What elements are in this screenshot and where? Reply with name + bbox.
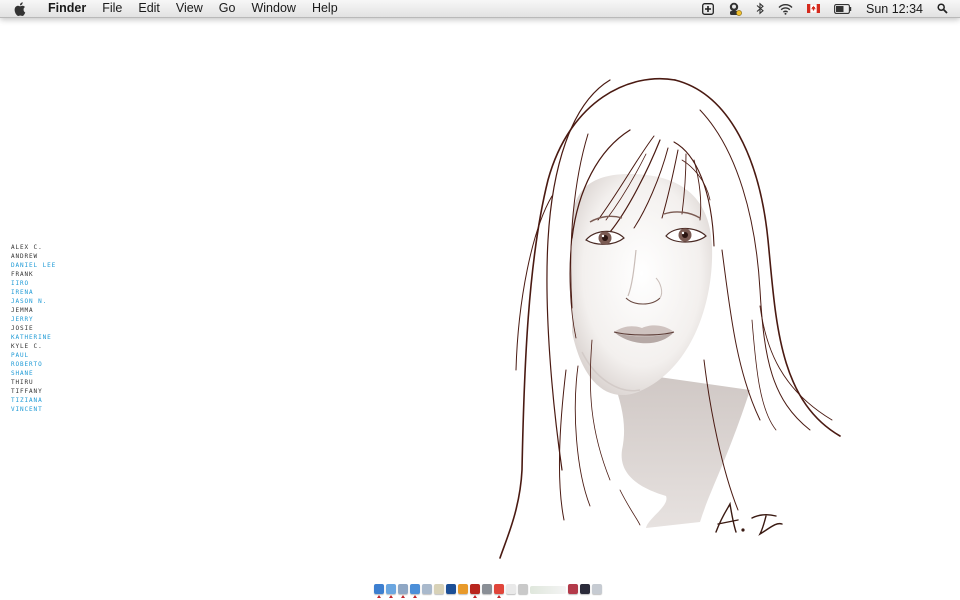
artist-signature-icon <box>715 501 783 536</box>
running-indicator-icon <box>389 595 393 598</box>
spotlight-search-icon[interactable] <box>937 0 948 17</box>
name-list-item: Jerry <box>11 316 34 323</box>
dock-notes-icon[interactable] <box>434 584 444 594</box>
name-list-item: Jemma <box>11 307 34 314</box>
dock-documents-icon[interactable] <box>580 584 590 594</box>
dock-photos-icon[interactable] <box>568 584 578 594</box>
name-list-item: Shane <box>11 370 34 377</box>
name-list-item: Alex C. <box>11 244 43 251</box>
dock-photoshop-icon[interactable] <box>446 584 456 594</box>
dock-illustrator-icon[interactable] <box>458 584 468 594</box>
menu-help[interactable]: Help <box>304 0 346 17</box>
name-list-item: Tiffany <box>11 388 43 395</box>
name-list-item: Tiziana <box>11 397 43 404</box>
status-area: Sun 12:34 <box>702 0 948 17</box>
running-indicator-icon <box>473 595 477 598</box>
wallpaper-portrait <box>499 78 841 559</box>
dock-preview-icon[interactable] <box>422 584 432 594</box>
name-list-item: Katherine <box>11 334 52 341</box>
name-list-item: Josie <box>11 325 34 332</box>
name-list-item: Daniel Lee <box>11 262 57 269</box>
running-indicator-icon <box>377 595 381 598</box>
wifi-icon[interactable] <box>778 0 793 17</box>
menu-edit[interactable]: Edit <box>130 0 168 17</box>
portrait-face <box>571 174 750 528</box>
dock-itunes-icon[interactable] <box>410 584 420 598</box>
add-square-icon[interactable] <box>702 0 714 17</box>
name-list-item: Vincent <box>11 406 43 413</box>
running-indicator-icon <box>401 595 405 598</box>
dock-chat-icon[interactable] <box>494 584 504 598</box>
name-list-item: Paul <box>11 352 30 359</box>
user-status-icon[interactable] <box>728 0 742 17</box>
name-list-item: Frank <box>11 271 34 278</box>
name-list-item: Kyle C. <box>11 343 43 350</box>
menu-view[interactable]: View <box>168 0 211 17</box>
dock-finder-icon[interactable] <box>374 584 384 598</box>
menu-file[interactable]: File <box>94 0 130 17</box>
canada-flag-icon[interactable] <box>807 0 820 17</box>
dock-trash-icon[interactable] <box>592 584 602 594</box>
name-list-item: Irena <box>11 289 34 296</box>
name-list-item: Iiro <box>11 280 30 287</box>
dock-system-preferences-icon[interactable] <box>482 584 492 594</box>
battery-icon[interactable] <box>834 0 852 17</box>
dock-textedit-icon[interactable] <box>518 584 528 594</box>
name-list-item: Roberto <box>11 361 43 368</box>
dock-mail-icon[interactable] <box>398 584 408 598</box>
name-list-item: Jason N. <box>11 298 48 305</box>
running-indicator-icon <box>413 595 417 598</box>
apple-menu-icon[interactable] <box>14 1 28 16</box>
name-list-item: Andrew <box>11 253 39 260</box>
dock <box>374 584 602 600</box>
menu-go[interactable]: Go <box>211 0 244 17</box>
dock-safari-icon[interactable] <box>386 584 396 598</box>
menu-window[interactable]: Window <box>243 0 303 17</box>
desktop-name-list: Alex C. Andrew Daniel Lee Frank Iiro Irena Jas… <box>11 243 56 414</box>
dock-calendar-icon[interactable] <box>506 584 516 594</box>
name-list-item: Thiru <box>11 379 34 386</box>
running-indicator-icon <box>497 595 501 598</box>
dock-spacer-icon[interactable] <box>530 586 566 594</box>
dock-acrobat-icon[interactable] <box>470 584 480 598</box>
menu-clock[interactable]: Sun 12:34 <box>866 0 923 17</box>
app-menu-finder[interactable]: Finder <box>40 0 94 17</box>
menu-bar: Finder File Edit View Go Window Help Sun… <box>0 0 960 18</box>
bluetooth-icon[interactable] <box>756 0 764 17</box>
